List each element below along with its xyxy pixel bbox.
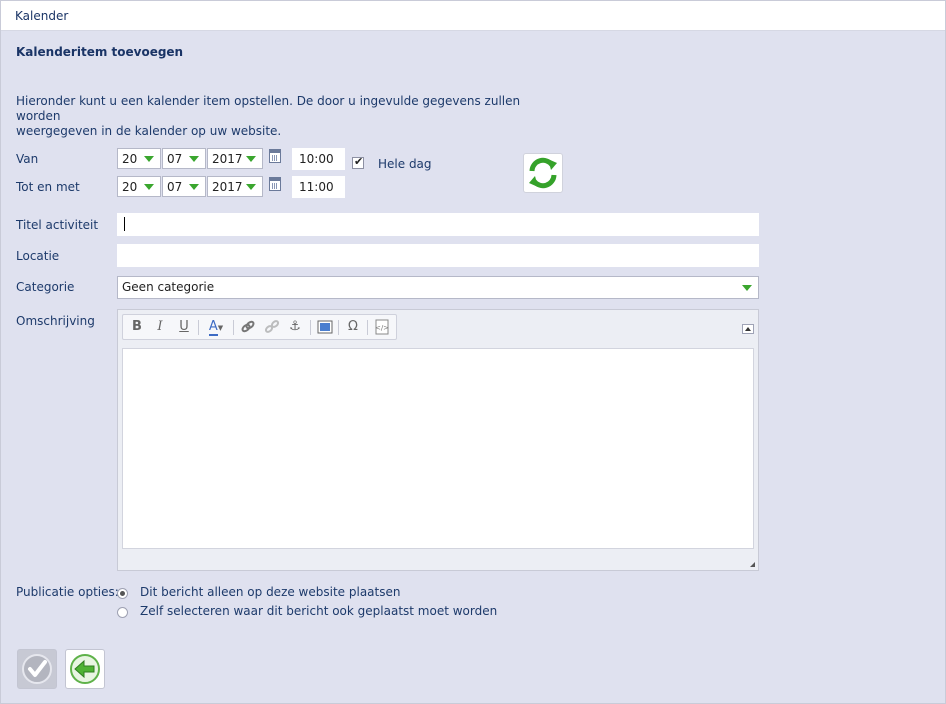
until-month-value: 07 bbox=[167, 180, 183, 194]
bold-button[interactable]: B bbox=[128, 319, 146, 335]
font-color-icon: A bbox=[208, 319, 218, 336]
all-day-checkbox[interactable] bbox=[352, 155, 364, 169]
until-time-input[interactable]: 11:00 bbox=[292, 176, 345, 198]
from-month-value: 07 bbox=[167, 152, 183, 166]
unlink-icon bbox=[264, 320, 280, 333]
window-title: Kalender bbox=[15, 9, 69, 23]
category-value: Geen categorie bbox=[122, 280, 215, 294]
chevron-down-icon bbox=[189, 184, 199, 190]
link-icon bbox=[241, 320, 255, 333]
title-label: Titel activiteit bbox=[16, 218, 99, 232]
publication-label: Publicatie opties: bbox=[16, 585, 119, 599]
location-label: Locatie bbox=[16, 249, 60, 263]
chevron-down-icon bbox=[246, 156, 256, 162]
italic-button[interactable]: I bbox=[151, 319, 169, 335]
source-button[interactable]: </> bbox=[373, 319, 391, 335]
from-time-input[interactable]: 10:00 bbox=[292, 148, 345, 170]
save-button[interactable] bbox=[17, 649, 57, 689]
intro-line-1: Hieronder kunt u een kalender item opste… bbox=[16, 94, 521, 123]
publication-option-2-label[interactable]: Zelf selecteren waar dit bericht ook gep… bbox=[140, 604, 497, 618]
until-label: Tot en met bbox=[16, 180, 80, 194]
from-calendar-icon[interactable] bbox=[269, 149, 281, 163]
until-calendar-icon[interactable] bbox=[269, 177, 281, 191]
resize-grip-icon[interactable] bbox=[750, 562, 755, 567]
unlink-button[interactable] bbox=[263, 319, 281, 335]
publication-radio-only-this-site[interactable] bbox=[117, 588, 128, 599]
refresh-button[interactable] bbox=[523, 153, 563, 193]
from-day-select[interactable]: 20 bbox=[117, 148, 161, 169]
until-day-value: 20 bbox=[122, 180, 138, 194]
toolbar-separator bbox=[198, 320, 199, 335]
rich-text-editor: B I U A▼ ⚓ Ω </> bbox=[117, 309, 759, 571]
calendar-window: Kalender Kalenderitem toevoegen Hieronde… bbox=[0, 0, 946, 704]
category-select[interactable]: Geen categorie bbox=[117, 276, 759, 299]
back-button[interactable] bbox=[65, 649, 105, 689]
checkmark-icon bbox=[22, 654, 52, 684]
intro-line-2: weergegeven in de kalender op uw website… bbox=[16, 124, 282, 138]
omega-icon: Ω bbox=[348, 319, 358, 334]
font-color-button[interactable]: A▼ bbox=[204, 319, 228, 336]
arrow-left-icon bbox=[70, 654, 100, 684]
chevron-down-icon bbox=[189, 156, 199, 162]
link-button[interactable] bbox=[239, 319, 257, 335]
toolbar-collapse-button[interactable] bbox=[742, 324, 754, 334]
special-char-button[interactable]: Ω bbox=[344, 319, 362, 335]
editor-content-area[interactable] bbox=[122, 348, 754, 549]
from-year-select[interactable]: 2017 bbox=[207, 148, 263, 169]
all-day-label: Hele dag bbox=[378, 157, 432, 171]
svg-text:</>: </> bbox=[375, 324, 389, 332]
editor-toolbar: B I U A▼ ⚓ Ω </> bbox=[122, 314, 397, 340]
chevron-down-icon bbox=[742, 285, 752, 291]
publication-radio-select-sites[interactable] bbox=[117, 607, 128, 618]
location-input[interactable] bbox=[117, 244, 759, 267]
page-title: Kalenderitem toevoegen bbox=[16, 45, 184, 59]
image-button[interactable] bbox=[316, 319, 334, 335]
chevron-down-icon bbox=[246, 184, 256, 190]
publication-option-1-label[interactable]: Dit bericht alleen op deze website plaat… bbox=[140, 585, 400, 599]
toolbar-separator bbox=[310, 320, 311, 335]
from-year-value: 2017 bbox=[212, 152, 243, 166]
anchor-button[interactable]: ⚓ bbox=[286, 319, 304, 335]
until-year-select[interactable]: 2017 bbox=[207, 176, 263, 197]
window-titlebar: Kalender bbox=[1, 1, 945, 31]
chevron-down-icon bbox=[144, 156, 154, 162]
source-icon: </> bbox=[375, 319, 389, 335]
chevron-down-icon bbox=[144, 184, 154, 190]
intro-text: Hieronder kunt u een kalender item opste… bbox=[16, 94, 556, 139]
toolbar-separator bbox=[367, 320, 368, 335]
refresh-icon bbox=[529, 157, 557, 189]
from-month-select[interactable]: 07 bbox=[162, 148, 206, 169]
until-year-value: 2017 bbox=[212, 180, 243, 194]
until-month-select[interactable]: 07 bbox=[162, 176, 206, 197]
toolbar-separator bbox=[233, 320, 234, 335]
category-label: Categorie bbox=[16, 280, 75, 294]
anchor-icon: ⚓ bbox=[289, 319, 301, 334]
title-input[interactable] bbox=[117, 213, 759, 236]
underline-button[interactable]: U bbox=[175, 319, 193, 335]
text-caret bbox=[124, 217, 125, 231]
until-day-select[interactable]: 20 bbox=[117, 176, 161, 197]
chevron-down-icon: ▼ bbox=[217, 324, 224, 332]
toolbar-separator bbox=[338, 320, 339, 335]
from-day-value: 20 bbox=[122, 152, 138, 166]
image-icon bbox=[317, 320, 333, 334]
description-label: Omschrijving bbox=[16, 314, 95, 328]
from-label: Van bbox=[16, 152, 39, 166]
